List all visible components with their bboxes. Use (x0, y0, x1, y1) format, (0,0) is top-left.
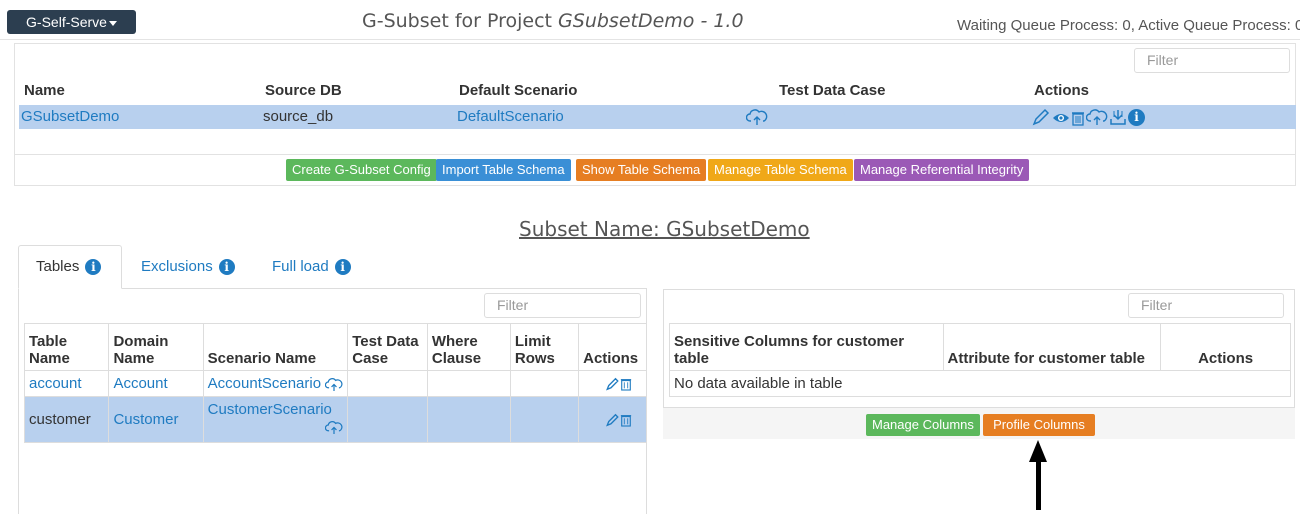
col-where-clause-header[interactable]: Where Clause (426, 323, 511, 371)
col-name-header[interactable]: Name (24, 82, 65, 99)
show-table-schema-button[interactable]: Show Table Schema (576, 159, 707, 181)
col-domain-name-header[interactable]: Domain Name (108, 323, 204, 371)
info-icon[interactable]: i (218, 258, 235, 275)
col-limit-rows-header[interactable]: Limit Rows (509, 323, 580, 371)
tables-filter-input[interactable]: Filter (484, 293, 641, 318)
tab-tables-label: Tables (36, 258, 80, 275)
subset-title: Subset Name: GSubsetDemo (519, 217, 810, 241)
domain-name-link[interactable]: Account (113, 375, 167, 392)
caret-down-icon (108, 20, 117, 26)
tables-grid: Table Name Domain Name Scenario Name Test … (23, 323, 647, 443)
profile-columns-button[interactable]: Profile Columns (983, 414, 1095, 436)
project-filter-input[interactable]: Filter (1134, 48, 1290, 73)
annotation-arrow-head (1029, 440, 1047, 462)
project-name-link[interactable]: GSubsetDemo (21, 108, 119, 125)
domain-name-link[interactable]: Customer (113, 411, 178, 428)
tab-tables[interactable]: Tables i (36, 258, 102, 275)
table-row[interactable]: account Account AccountScenario (23, 370, 647, 397)
cloud-upload-icon[interactable] (746, 108, 768, 126)
project-source-db: source_db (263, 108, 334, 125)
tab-exclusions-label: Exclusions (141, 258, 213, 275)
queue-status: Waiting Queue Process: 0, Active Queue P… (957, 17, 1300, 34)
col-scenario-name-header[interactable]: Scenario Name (202, 323, 349, 371)
cloud-upload-icon[interactable] (1086, 108, 1108, 126)
columns-filter-input[interactable]: Filter (1128, 293, 1284, 318)
cloud-upload-icon[interactable] (208, 418, 344, 435)
col-default-scenario-header[interactable]: Default Scenario (459, 82, 577, 99)
info-icon[interactable]: i (85, 258, 102, 275)
download-tray-icon[interactable] (1109, 108, 1127, 126)
table-row[interactable]: customer Customer CustomerScenario (23, 396, 647, 443)
project-actions: i (1031, 107, 1145, 127)
info-icon[interactable]: i (1128, 108, 1145, 126)
pencil-icon[interactable] (605, 375, 620, 392)
scenario-name-link[interactable]: AccountScenario (208, 375, 321, 392)
info-icon[interactable]: i (334, 258, 351, 275)
manage-table-schema-button[interactable]: Manage Table Schema (708, 159, 853, 181)
project-name: GSubsetDemo - 1.0 (558, 10, 744, 32)
table-name[interactable]: customer (29, 411, 91, 428)
pencil-icon[interactable] (605, 411, 620, 428)
page-title-prefix: G-Subset for Project (362, 10, 559, 32)
tab-full-load[interactable]: Full load i (272, 258, 351, 275)
annotation-arrow-shaft (1036, 460, 1041, 510)
pencil-icon[interactable] (1031, 108, 1051, 126)
col-sensitive-columns-header[interactable]: Sensitive Columns for customer table (669, 323, 944, 371)
col-table-name-header[interactable]: Table Name (23, 323, 110, 371)
col-actions-header: Actions (578, 323, 647, 371)
col-actions-header: Actions (1160, 323, 1291, 371)
col-test-data-case-header[interactable]: Test Data Case (779, 82, 885, 99)
create-gsubset-config-button[interactable]: Create G-Subset Config (286, 159, 437, 181)
trash-icon[interactable] (620, 375, 632, 392)
col-source-db-header[interactable]: Source DB (265, 82, 342, 99)
columns-grid: Sensitive Columns for customer table Attr… (669, 323, 1291, 397)
empty-table-message: No data available in table (669, 370, 1291, 397)
import-table-schema-button[interactable]: Import Table Schema (436, 159, 571, 181)
cloud-upload-icon[interactable] (325, 375, 343, 392)
page-title: G-Subset for Project GSubsetDemo - 1.0 (362, 10, 744, 32)
tab-exclusions[interactable]: Exclusions i (141, 258, 235, 275)
top-bar: G-Self-Serve G-Subset for Project GSubse… (0, 0, 1300, 40)
project-default-scenario-link[interactable]: DefaultScenario (457, 108, 564, 125)
col-actions-header: Actions (1034, 82, 1090, 99)
col-test-data-case-header[interactable]: Test Data Case (347, 323, 428, 371)
tab-full-load-label: Full load (272, 258, 329, 275)
col-attribute-header[interactable]: Attribute for customer table (942, 323, 1162, 371)
eye-icon[interactable] (1052, 108, 1070, 125)
trash-icon[interactable] (1071, 108, 1085, 126)
manage-columns-button[interactable]: Manage Columns (866, 414, 980, 436)
manage-referential-integrity-button[interactable]: Manage Referential Integrity (854, 159, 1030, 181)
table-name-link[interactable]: account (29, 375, 82, 392)
self-serve-menu-label: G-Self-Serve (26, 14, 107, 30)
scenario-name-link[interactable]: CustomerScenario (208, 401, 332, 418)
self-serve-menu-button[interactable]: G-Self-Serve (7, 10, 136, 34)
trash-icon[interactable] (620, 411, 632, 428)
